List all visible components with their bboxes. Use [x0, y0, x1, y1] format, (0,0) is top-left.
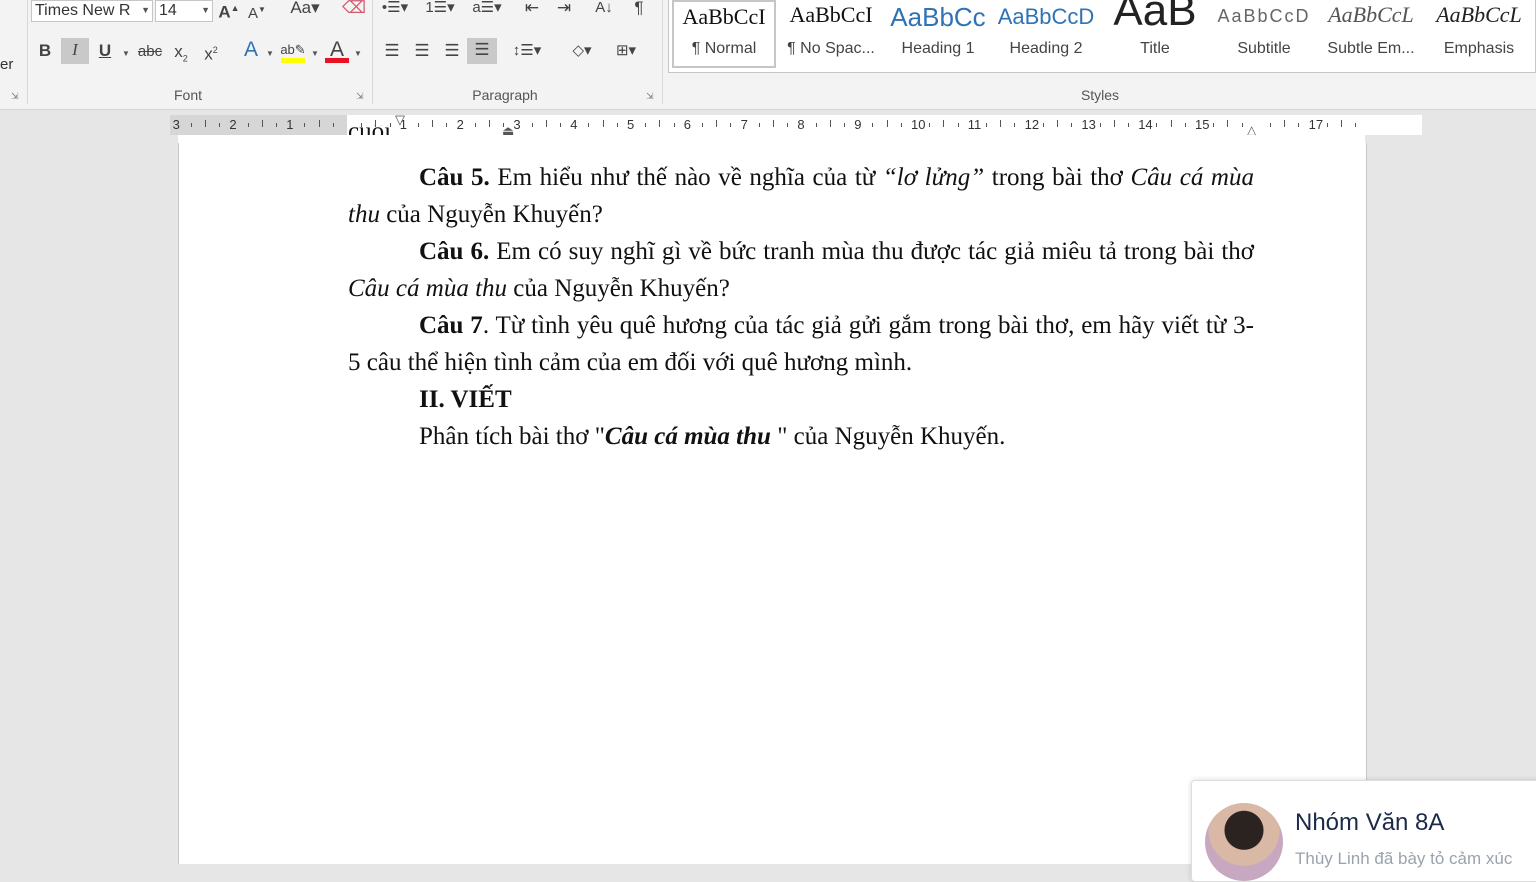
- page-top-margin: [178, 135, 1365, 143]
- style-normal[interactable]: AaBbCcI ¶ Normal: [672, 0, 776, 68]
- chevron-down-icon[interactable]: ▼: [311, 49, 319, 58]
- group-separator: [27, 0, 28, 104]
- strikethrough-button[interactable]: abc: [136, 40, 164, 66]
- change-case-icon[interactable]: Aa▾: [286, 0, 324, 22]
- notification-title: Nhóm Văn 8A: [1295, 809, 1445, 836]
- style-emphasis[interactable]: AaBbCcL Emphasis: [1429, 0, 1529, 68]
- style-heading-1[interactable]: AaBbCc Heading 1: [889, 0, 987, 68]
- dialog-launcher-icon[interactable]: ⇲: [356, 91, 364, 102]
- avatar: [1205, 803, 1283, 881]
- highlight-color-icon[interactable]: ab✎: [280, 38, 306, 64]
- shrink-font-icon[interactable]: A▼: [246, 0, 268, 24]
- styles-gallery: AaBbCcI ¶ Normal AaBbCcI ¶ No Spac... Aa…: [668, 0, 1536, 73]
- chevron-down-icon[interactable]: ▼: [122, 49, 130, 58]
- chevron-down-icon[interactable]: ▼: [354, 49, 362, 58]
- group-separator: [662, 0, 663, 104]
- font-name-combo[interactable]: Times New R ▼: [31, 0, 153, 22]
- line-spacing-icon[interactable]: ↕☰▾: [507, 39, 547, 65]
- style-subtle-emphasis[interactable]: AaBbCcL Subtle Em...: [1321, 0, 1421, 68]
- align-center-icon[interactable]: ☰: [410, 39, 434, 65]
- superscript-button[interactable]: x2: [199, 38, 223, 64]
- align-right-icon[interactable]: ☰: [440, 39, 464, 65]
- ribbon-edge-label: er: [0, 56, 14, 73]
- chevron-down-icon[interactable]: ▼: [201, 1, 210, 20]
- font-group-label: Font: [173, 87, 202, 103]
- italic-button[interactable]: I: [61, 38, 89, 64]
- numbering-icon[interactable]: 1☰▾: [424, 0, 456, 22]
- grow-font-icon[interactable]: A▲: [218, 0, 240, 22]
- bullets-icon[interactable]: •☰▾: [380, 0, 410, 22]
- question-5[interactable]: Câu 5. Em hiểu như thế nào về nghĩa của …: [348, 159, 1254, 233]
- shading-icon[interactable]: ◇▾: [562, 39, 602, 65]
- ribbon: er Times New R ▼ 14 ▼ A▲ A▼ Aa▾ ⌫ B I U ▼ …: [0, 0, 1536, 110]
- section-heading[interactable]: II. VIẾT: [348, 381, 1254, 418]
- style-title[interactable]: AaB Title: [1105, 0, 1205, 68]
- question-6[interactable]: Câu 6. Em có suy nghĩ gì về bức tranh mù…: [348, 233, 1254, 307]
- show-marks-icon[interactable]: ¶: [628, 0, 650, 22]
- styles-group-label: Styles: [1080, 87, 1120, 103]
- underline-button[interactable]: U: [94, 39, 116, 65]
- writing-task[interactable]: Phân tích bài thơ "Câu cá mùa thu " của …: [348, 418, 1254, 455]
- chevron-down-icon[interactable]: ▼: [266, 49, 274, 58]
- group-separator: [372, 0, 373, 104]
- paragraph-group-label: Paragraph: [472, 87, 538, 103]
- dialog-launcher-icon[interactable]: ⇲: [11, 91, 19, 102]
- style-heading-2[interactable]: AaBbCcD Heading 2: [997, 0, 1095, 68]
- bold-button[interactable]: B: [34, 39, 56, 65]
- notification-message: Thùy Linh đã bày tỏ cảm xúc: [1295, 849, 1513, 868]
- dialog-launcher-icon[interactable]: ⇲: [646, 91, 654, 102]
- subscript-button[interactable]: x2: [170, 40, 192, 66]
- increase-indent-icon[interactable]: ⇥: [552, 0, 576, 22]
- style-subtitle[interactable]: AaBbCcD Subtitle: [1215, 0, 1313, 68]
- decrease-indent-icon[interactable]: ⇤: [520, 0, 544, 22]
- justify-icon[interactable]: ☰: [467, 38, 497, 64]
- question-7[interactable]: Câu 7. Từ tình yêu quê hương của tác giả…: [348, 307, 1254, 381]
- font-size-combo[interactable]: 14 ▼: [155, 0, 213, 22]
- style-no-spacing[interactable]: AaBbCcI ¶ No Spac...: [779, 0, 883, 68]
- sort-icon[interactable]: A↓: [592, 0, 616, 22]
- chevron-down-icon[interactable]: ▼: [141, 1, 150, 20]
- clear-formatting-icon[interactable]: ⌫: [342, 0, 366, 22]
- multilevel-list-icon[interactable]: a☰▾: [472, 0, 502, 22]
- align-left-icon[interactable]: ☰: [380, 39, 404, 65]
- text-effects-icon[interactable]: A: [238, 38, 264, 64]
- borders-icon[interactable]: ⊞▾: [606, 39, 646, 65]
- font-color-icon[interactable]: A: [325, 38, 349, 64]
- chat-notification[interactable]: Nhóm Văn 8A Thùy Linh đã bày tỏ cảm xúc: [1191, 780, 1536, 882]
